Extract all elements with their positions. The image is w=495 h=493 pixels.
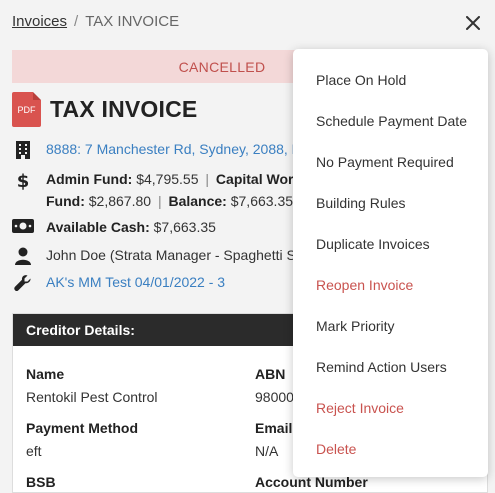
close-button[interactable] — [459, 9, 487, 37]
work-order-row: AK's MM Test 04/01/2022 - 3 — [12, 274, 225, 292]
breadcrumb-separator: / — [74, 13, 79, 30]
creditor-abn-field: ABN 98000 — [255, 366, 294, 405]
fund-line-2: Fund: $2,867.80 | Balance: $7,663.35 — [46, 190, 301, 212]
payment-method-field: Payment Method eft — [26, 420, 138, 459]
fund-row: $ Admin Fund: $4,795.55 | Capital Work F… — [12, 168, 301, 212]
address-row: 8888: 7 Manchester Rd, Sydney, 2088, N — [12, 141, 302, 159]
dollar-icon: $ — [12, 171, 34, 191]
building-icon — [12, 141, 34, 159]
breadcrumb: Invoices / TAX INVOICE — [12, 13, 179, 30]
wrench-icon — [12, 274, 34, 292]
menu-item-reject-invoice[interactable]: Reject Invoice — [316, 400, 404, 416]
creditor-name-label: Name — [26, 366, 65, 382]
breadcrumb-invoices-link[interactable]: Invoices — [12, 13, 67, 30]
menu-item-reopen-invoice[interactable]: Reopen Invoice — [316, 277, 413, 293]
balance-label: Balance: — [168, 193, 227, 209]
cash-icon — [12, 219, 34, 233]
email-label: Email — [255, 420, 293, 436]
creditor-name-value: Rentokil Pest Control — [26, 389, 158, 405]
menu-item-duplicate-invoices[interactable]: Duplicate Invoices — [316, 236, 430, 252]
fund-label: Fund: — [46, 193, 85, 209]
svg-text:$: $ — [17, 171, 29, 191]
actions-dropdown-menu: Place On Hold Schedule Payment Date No P… — [293, 49, 488, 477]
fund-line-1: Admin Fund: $4,795.55 | Capital Work — [46, 168, 301, 190]
fund-value: $2,867.80 — [88, 193, 152, 209]
available-cash-value: $7,663.35 — [153, 219, 216, 235]
creditor-name-field: Name Rentokil Pest Control — [26, 366, 158, 405]
work-order-link[interactable]: AK's MM Test 04/01/2022 - 3 — [46, 274, 225, 290]
property-address-link[interactable]: 8888: 7 Manchester Rd, Sydney, 2088, N — [46, 141, 302, 157]
email-value: N/A — [255, 443, 279, 459]
capital-works-label: Capital Work — [215, 171, 302, 187]
payment-method-value: eft — [26, 443, 42, 459]
email-field: Email N/A — [255, 420, 292, 459]
menu-item-no-payment-required[interactable]: No Payment Required — [316, 154, 454, 170]
strata-manager: John Doe (Strata Manager - Spaghetti St — [46, 247, 300, 263]
bsb-label: BSB — [26, 474, 56, 490]
menu-item-remind-action-users[interactable]: Remind Action Users — [316, 359, 447, 375]
close-icon — [466, 16, 480, 30]
user-icon — [12, 247, 34, 265]
manager-row: John Doe (Strata Manager - Spaghetti St — [12, 247, 300, 265]
balance-value: $7,663.35 — [230, 193, 294, 209]
balance-divider: | — [157, 193, 162, 209]
breadcrumb-current: TAX INVOICE — [85, 13, 180, 30]
page-title: TAX INVOICE — [50, 96, 198, 122]
creditor-abn-value: 98000 — [255, 389, 294, 405]
available-cash-row: Available Cash: $7,663.35 — [12, 219, 216, 235]
invoice-title-row: PDF TAX INVOICE — [12, 92, 197, 127]
bsb-field: BSB — [26, 474, 56, 490]
menu-item-building-rules[interactable]: Building Rules — [316, 195, 406, 211]
admin-fund-label: Admin Fund: — [46, 171, 133, 187]
menu-item-schedule-payment-date[interactable]: Schedule Payment Date — [316, 113, 467, 129]
fund-details: Admin Fund: $4,795.55 | Capital Work Fun… — [46, 168, 301, 212]
available-cash-label: Available Cash: — [46, 219, 150, 235]
pdf-icon[interactable]: PDF — [12, 92, 41, 127]
admin-fund-value: $4,795.55 — [136, 171, 199, 187]
menu-item-delete[interactable]: Delete — [316, 441, 356, 457]
fund-divider: | — [205, 171, 210, 187]
menu-item-mark-priority[interactable]: Mark Priority — [316, 318, 395, 334]
creditor-abn-label: ABN — [255, 366, 286, 382]
pdf-icon-label: PDF — [17, 104, 36, 115]
menu-item-place-on-hold[interactable]: Place On Hold — [316, 72, 406, 88]
payment-method-label: Payment Method — [26, 420, 139, 436]
